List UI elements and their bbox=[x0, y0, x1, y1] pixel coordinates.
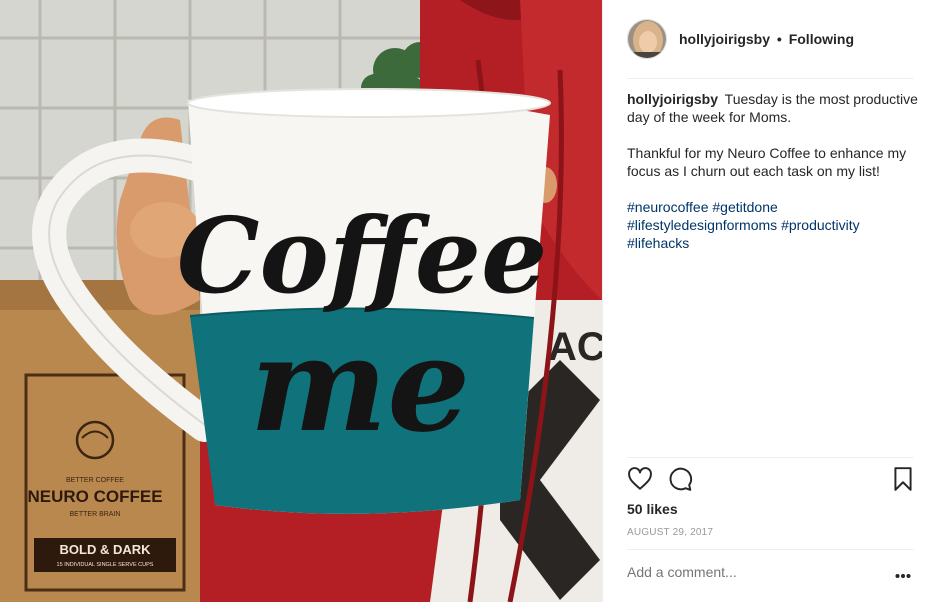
hashtag-link[interactable]: #lifehacks bbox=[627, 235, 689, 251]
bookmark-icon[interactable] bbox=[892, 466, 914, 497]
bag-tagline-top: BETTER COFFEE bbox=[66, 477, 124, 484]
actions-divider bbox=[627, 457, 914, 458]
post-date: AUGUST 29, 2017 bbox=[627, 527, 714, 538]
header-separator: • bbox=[776, 31, 782, 47]
header-username[interactable]: hollyjoirigsby bbox=[679, 31, 770, 47]
mug-text-me: me bbox=[250, 308, 470, 461]
bag-tagline-bottom: BETTER BRAIN bbox=[70, 511, 121, 518]
bag-brand-name: NEURO COFFEE bbox=[27, 487, 162, 506]
comment-bubble-icon[interactable] bbox=[667, 466, 693, 497]
avatar[interactable] bbox=[627, 19, 667, 59]
bag-subtitle: 15 INDIVIDUAL SINGLE SERVE CUPS bbox=[57, 562, 154, 568]
photo-illustration: AC BETTER COFFEE NEURO COFFEE BETTER BRA… bbox=[0, 0, 602, 602]
shirt-print-text: AC bbox=[548, 325, 602, 369]
caption-username[interactable]: hollyjoirigsby bbox=[627, 91, 718, 107]
comment-divider bbox=[627, 549, 914, 550]
post-actions bbox=[627, 466, 914, 496]
hashtag-link[interactable]: #lifestyledesignformoms bbox=[627, 217, 777, 233]
post-frame: AC BETTER COFFEE NEURO COFFEE BETTER BRA… bbox=[0, 0, 938, 602]
following-button[interactable]: Following bbox=[789, 31, 854, 47]
comment-input[interactable] bbox=[627, 564, 877, 580]
post-header: hollyjoirigsby • Following bbox=[603, 0, 938, 78]
caption-hashtags: #neurocoffee #getitdone #lifestyledesign… bbox=[627, 198, 923, 252]
post-side-panel: hollyjoirigsby • Following hollyjoirigsb… bbox=[602, 0, 938, 602]
more-options-icon[interactable] bbox=[895, 566, 911, 584]
header-text: hollyjoirigsby • Following bbox=[679, 31, 854, 47]
caption-first-paragraph: hollyjoirigsby Tuesday is the most produ… bbox=[627, 90, 923, 126]
hashtag-link[interactable]: #neurocoffee bbox=[627, 199, 708, 215]
caption-second-paragraph: Thankful for my Neuro Coffee to enhance … bbox=[627, 145, 907, 179]
bag-variant: BOLD & DARK bbox=[60, 542, 152, 557]
post-caption: hollyjoirigsby Tuesday is the most produ… bbox=[627, 90, 923, 270]
header-divider bbox=[627, 78, 914, 79]
hashtag-link[interactable]: #getitdone bbox=[712, 199, 777, 215]
heart-icon[interactable] bbox=[627, 466, 653, 497]
post-photo[interactable]: AC BETTER COFFEE NEURO COFFEE BETTER BRA… bbox=[0, 0, 602, 602]
mug-text-coffee: Coffee bbox=[177, 194, 548, 317]
hashtag-link[interactable]: #productivity bbox=[781, 217, 860, 233]
avatar-image bbox=[628, 20, 666, 58]
likes-count[interactable]: 50 likes bbox=[627, 501, 678, 517]
